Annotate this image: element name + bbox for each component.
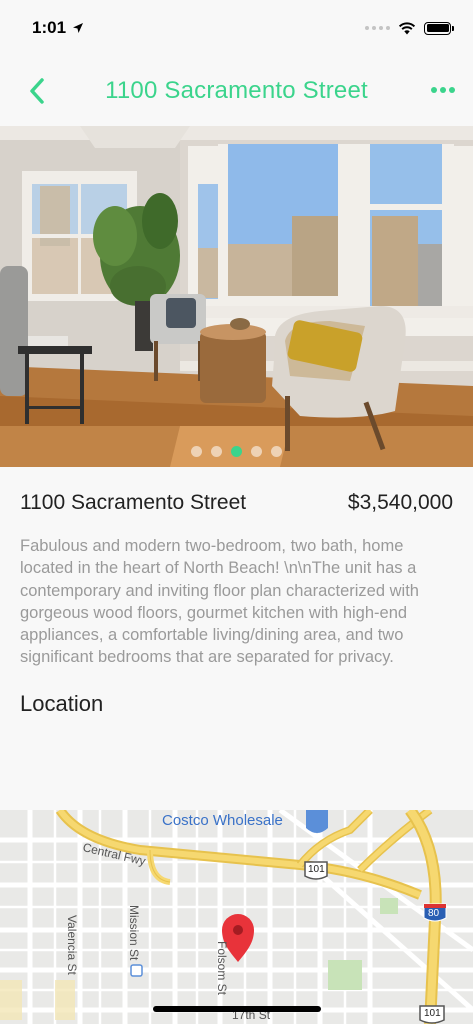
navigation-bar: 1100 Sacramento Street (0, 56, 473, 126)
home-indicator[interactable] (153, 1006, 321, 1012)
status-time-group: 1:01 (32, 18, 84, 38)
page-dot[interactable] (191, 446, 202, 457)
page-dot[interactable] (251, 446, 262, 457)
map-label-101-b: 101 (424, 1008, 441, 1019)
map-label-costco: Costco Wholesale (162, 812, 283, 829)
wifi-icon (398, 21, 416, 34)
page-dot[interactable] (271, 446, 282, 457)
more-dot-icon (431, 87, 437, 93)
more-dot-icon (440, 87, 446, 93)
status-bar: 1:01 (0, 0, 473, 56)
map-label-80: 80 (428, 908, 440, 919)
listing-details: 1100 Sacramento Street $3,540,000 Fabulo… (0, 467, 473, 717)
listing-price: $3,540,000 (347, 491, 453, 514)
listing-photo (0, 126, 473, 467)
map-label-101-a: 101 (308, 864, 325, 875)
cellular-signal-icon (365, 26, 390, 30)
listing-header: 1100 Sacramento Street $3,540,000 (20, 467, 453, 539)
listing-title: 1100 Sacramento Street (20, 491, 247, 514)
location-section-title: Location (20, 690, 104, 716)
chevron-left-icon (30, 78, 44, 104)
page-indicator[interactable] (0, 446, 473, 457)
more-dot-icon (449, 87, 455, 93)
location-map[interactable]: Costco Wholesale Central Fwy 101 101 80 … (0, 810, 473, 1024)
more-options-button[interactable] (431, 80, 455, 100)
map-label-folsom: Folsom St (215, 941, 229, 996)
page-dot[interactable] (211, 446, 222, 457)
map-label-valencia: Valencia St (65, 915, 79, 975)
back-button[interactable] (22, 76, 52, 106)
status-icons (365, 21, 454, 35)
location-arrow-icon (73, 23, 84, 33)
status-time: 1:01 (32, 18, 67, 37)
page-title: 1100 Sacramento Street (105, 77, 368, 104)
photo-gallery[interactable] (0, 126, 473, 467)
battery-icon (424, 21, 454, 35)
page-dot-active[interactable] (231, 446, 242, 457)
map-label-mission: Mission St (127, 905, 141, 961)
listing-description: Fabulous and modern two-bedroom, two bat… (20, 537, 419, 667)
